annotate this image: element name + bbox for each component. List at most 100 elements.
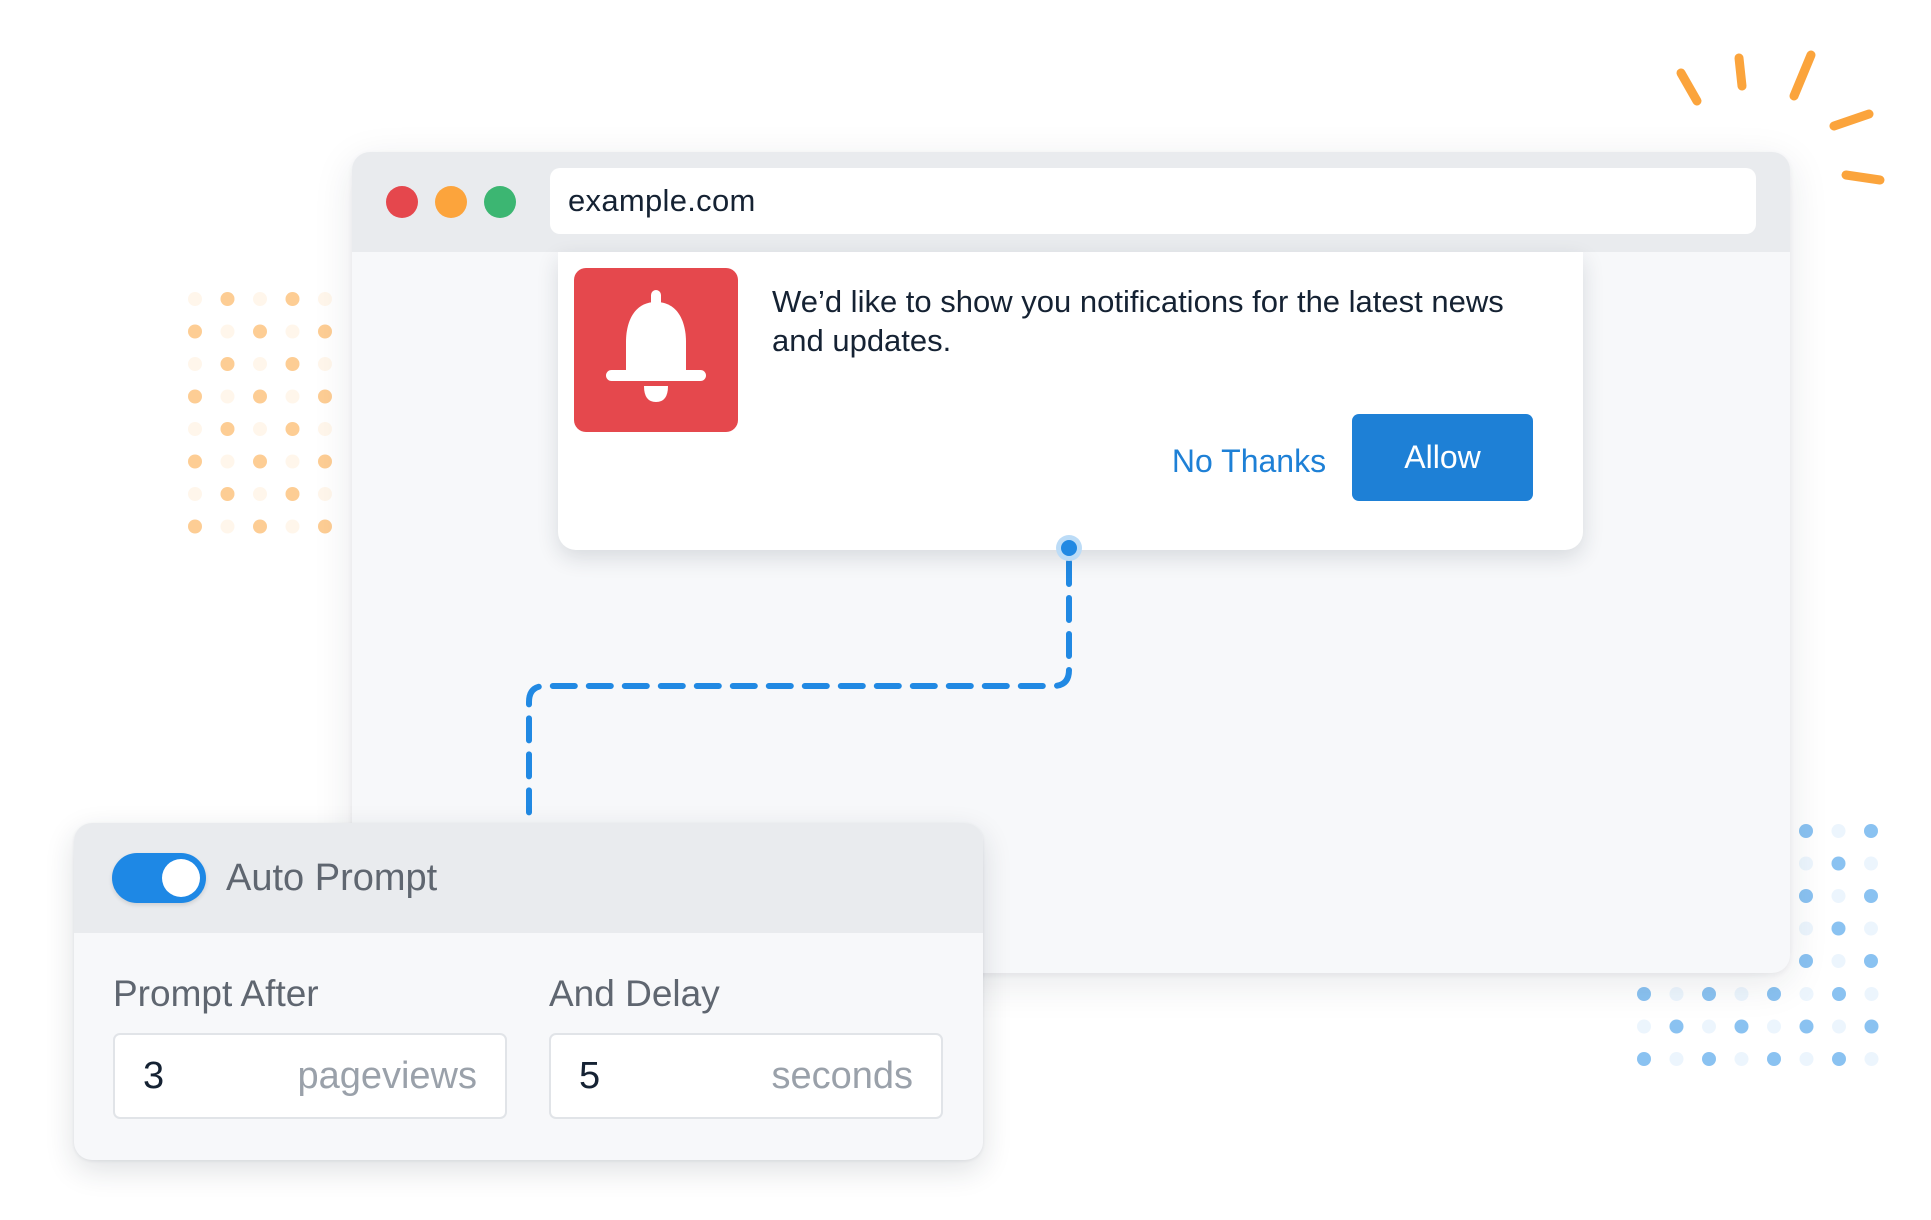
decor-dot-orange [318,519,332,534]
decor-dot-orange [318,389,332,404]
decor-dot-blue [1734,1019,1749,1034]
decor-dot-blue [1864,824,1878,838]
prompt-after-input[interactable]: 3 pageviews [113,1033,507,1119]
auto-prompt-panel: Auto Prompt Prompt After 3 pageviews And… [74,823,983,1160]
decor-dot-blue [1831,856,1846,871]
decor-dot-orange [253,389,267,404]
allow-button[interactable]: Allow [1352,414,1533,501]
decor-dot-blue [1799,1052,1814,1066]
no-thanks-button[interactable]: No Thanks [1128,438,1370,484]
decor-dot-orange [188,324,202,339]
decor-dot-orange [220,292,235,306]
decor-dot-blue [1702,1052,1716,1066]
decor-dot-blue [1767,1019,1781,1034]
decor-dot-blue [1669,1052,1684,1066]
prompt-after-label: Prompt After [113,973,319,1014]
auto-prompt-toggle[interactable] [112,853,206,903]
decor-dot-blue [1832,1019,1846,1034]
decor-dot-orange [285,324,300,339]
and-delay-unit: seconds [771,1054,913,1097]
decor-dot-blue [1702,987,1716,1001]
decor-dot-orange [253,324,267,339]
decor-dot-orange [285,454,300,469]
decor-dot-blue [1799,824,1813,838]
decor-dot-orange [318,324,332,339]
decor-dot-blue [1864,921,1878,936]
decor-dot-orange [285,292,300,306]
decor-dot-orange [253,454,267,469]
sparkle-ray [1789,50,1816,101]
decor-dot-blue [1799,1019,1814,1034]
prompt-after-unit: pageviews [297,1054,477,1097]
decor-dot-blue [1767,1052,1781,1066]
window-maximize-button[interactable] [484,186,516,218]
address-bar-url: example.com [568,183,756,218]
decor-dot-orange [318,292,332,306]
decor-dot-orange [253,292,267,306]
and-delay-label: And Delay [549,973,720,1014]
decor-dot-blue [1702,1019,1716,1034]
window-minimize-button[interactable] [435,186,467,218]
decor-dot-orange [285,487,300,501]
decor-dot-orange [188,519,202,534]
decor-dot-orange [253,357,267,371]
decor-dot-orange [220,389,235,404]
auto-prompt-header: Auto Prompt [74,823,983,933]
decor-dot-blue [1734,1052,1749,1066]
decor-dot-blue [1637,987,1651,1001]
decor-dot-blue [1637,1052,1651,1066]
decor-dot-blue [1767,987,1781,1001]
decor-dot-orange [285,519,300,534]
decor-dot-orange [188,357,202,371]
decor-dot-blue [1864,889,1878,903]
decor-dot-orange [253,487,267,501]
decor-dot-blue [1799,856,1813,871]
and-delay-input[interactable]: 5 seconds [549,1033,943,1119]
decor-dot-blue [1832,1052,1846,1066]
decor-dot-blue [1669,1019,1684,1034]
decor-dot-orange [220,519,235,534]
decor-dot-orange [220,357,235,371]
decor-dot-orange [188,422,202,436]
toggle-knob [162,859,200,897]
decor-dot-orange [220,422,235,436]
decor-dot-blue [1864,1052,1879,1066]
decor-dot-orange [318,487,332,501]
decor-dot-blue [1799,987,1814,1001]
decor-dot-orange [188,487,202,501]
decor-dot-orange [220,324,235,339]
decor-dot-orange [188,454,202,469]
decor-dot-orange [253,422,267,436]
sparkle-ray [1676,68,1702,106]
decor-dot-orange [188,292,202,306]
decor-dot-blue [1864,954,1878,968]
decor-dot-orange [318,357,332,371]
sparkle-ray [1841,170,1885,185]
decor-dot-blue [1832,987,1846,1001]
sparkle-ray [1734,53,1747,91]
decor-dot-blue [1831,954,1846,968]
decor-dot-orange [318,454,332,469]
decor-dot-orange [318,422,332,436]
window-close-button[interactable] [386,186,418,218]
decor-dot-orange [253,519,267,534]
decor-dot-blue [1734,987,1749,1001]
decor-dot-blue [1799,889,1813,903]
decor-dot-blue [1799,954,1813,968]
and-delay-value: 5 [579,1054,601,1097]
decor-dot-blue [1799,921,1813,936]
decor-dot-blue [1831,889,1846,903]
decor-dot-orange [220,454,235,469]
decor-dot-orange [220,487,235,501]
decor-dot-blue [1637,1019,1651,1034]
address-bar[interactable]: example.com [550,168,1756,234]
decor-dot-blue [1864,856,1878,871]
decor-dot-orange [285,389,300,404]
bell-icon-tile [574,268,738,432]
decor-dot-blue [1864,1019,1879,1034]
decor-dot-orange [285,357,300,371]
sparkle-ray [1829,109,1874,131]
decor-dot-orange [188,389,202,404]
decor-dot-blue [1864,987,1879,1001]
decor-dot-orange [285,422,300,436]
